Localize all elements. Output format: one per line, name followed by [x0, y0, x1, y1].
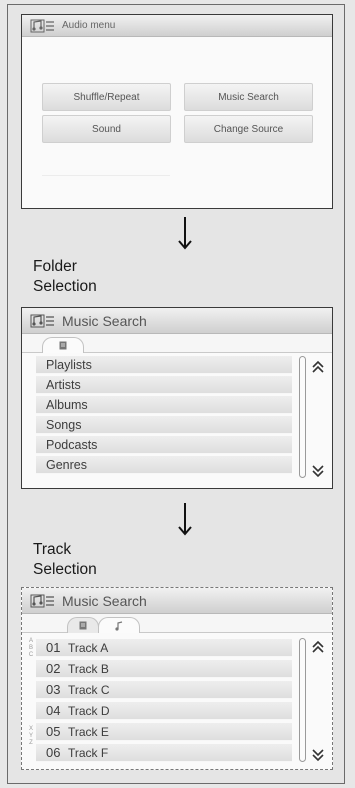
- tab-folder[interactable]: [42, 337, 84, 353]
- track-selection-screen: Music Search A B C X Y Z 01 Track A 02 T…: [21, 587, 333, 770]
- track-row-a[interactable]: 01 Track A: [36, 639, 292, 657]
- track-name: Track A: [68, 640, 109, 655]
- track-name: Track E: [68, 724, 109, 739]
- caption-line: Folder: [33, 258, 77, 275]
- audio-menu-titlebar: Audio menu: [22, 15, 332, 37]
- track-number: 02: [46, 661, 61, 676]
- alpha-letter: B: [28, 645, 33, 651]
- music-note-icon: [30, 314, 54, 327]
- tab-tracks[interactable]: [98, 617, 140, 633]
- list-item-artists[interactable]: Artists: [36, 376, 292, 394]
- music-note-icon: [30, 594, 54, 607]
- track-name: Track B: [68, 661, 109, 676]
- alpha-letter: A: [28, 638, 33, 644]
- folder-selection-caption: Folder Selection: [33, 257, 97, 297]
- track-number: 05: [46, 724, 61, 739]
- shuffle-repeat-button[interactable]: Shuffle/Repeat: [42, 83, 171, 111]
- sound-button[interactable]: Sound: [42, 115, 171, 143]
- music-search-title: Music Search: [62, 312, 147, 329]
- track-name: Track C: [68, 682, 110, 697]
- music-search-titlebar: Music Search: [22, 308, 332, 334]
- list-item-genres[interactable]: Genres: [36, 456, 292, 474]
- down-arrow-icon: [178, 503, 192, 536]
- music-note-icon: [30, 19, 54, 32]
- scroll-up-icon[interactable]: [309, 640, 327, 654]
- audio-menu-screen: Audio menu Shuffle/Repeat Music Search S…: [21, 14, 333, 209]
- folder-tab-icon: [79, 621, 87, 630]
- alpha-letter: C: [28, 652, 34, 658]
- tab-strip: [22, 614, 332, 633]
- track-row-b[interactable]: 02 Track B: [36, 660, 292, 678]
- alphabet-index-top: A B C: [27, 638, 35, 659]
- caption-line: Selection: [33, 278, 97, 295]
- list-item-playlists[interactable]: Playlists: [36, 356, 292, 374]
- alpha-letter: Y: [28, 733, 33, 739]
- scroll-down-icon[interactable]: [309, 748, 327, 762]
- scrollbar[interactable]: [299, 638, 306, 762]
- tab-folder[interactable]: [67, 617, 99, 633]
- music-search-button[interactable]: Music Search: [184, 83, 313, 111]
- empty-menu-slot: [42, 142, 170, 176]
- caption-line: Selection: [33, 561, 97, 578]
- list-item-songs[interactable]: Songs: [36, 416, 292, 434]
- track-tab-icon: [115, 620, 123, 631]
- track-number: 06: [46, 745, 61, 760]
- alpha-letter: Z: [29, 740, 33, 746]
- track-row-c[interactable]: 03 Track C: [36, 681, 292, 699]
- list-item-podcasts[interactable]: Podcasts: [36, 436, 292, 454]
- track-name: Track F: [68, 745, 109, 760]
- scrollbar[interactable]: [299, 356, 306, 478]
- folder-selection-screen: Music Search Playlists Artists Albums So…: [21, 307, 333, 489]
- scroll-up-icon[interactable]: [309, 360, 327, 374]
- audio-menu-title: Audio menu: [62, 20, 116, 31]
- track-row-f[interactable]: 06 Track F: [36, 744, 292, 762]
- music-search-title: Music Search: [62, 592, 147, 609]
- alpha-letter: X: [28, 726, 33, 732]
- music-search-titlebar: Music Search: [22, 588, 332, 614]
- track-number: 01: [46, 640, 61, 655]
- track-number: 03: [46, 682, 61, 697]
- change-source-button[interactable]: Change Source: [184, 115, 313, 143]
- scroll-down-icon[interactable]: [309, 464, 327, 478]
- track-row-e[interactable]: 05 Track E: [36, 723, 292, 741]
- track-row-d[interactable]: 04 Track D: [36, 702, 292, 720]
- track-name: Track D: [68, 703, 110, 718]
- caption-line: Track: [33, 541, 72, 558]
- list-item-albums[interactable]: Albums: [36, 396, 292, 414]
- down-arrow-icon: [178, 217, 192, 250]
- folder-tab-icon: [59, 341, 67, 350]
- track-selection-caption: Track Selection: [33, 540, 97, 580]
- track-number: 04: [46, 703, 61, 718]
- tab-strip: [22, 334, 332, 353]
- alphabet-index-bottom: X Y Z: [27, 726, 35, 747]
